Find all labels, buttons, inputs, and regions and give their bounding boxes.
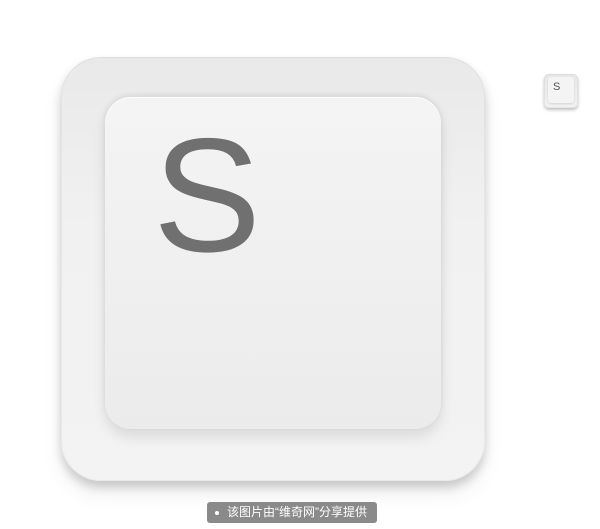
bullet-icon bbox=[215, 510, 219, 515]
keycap-s: S bbox=[61, 57, 485, 481]
keycap-thumbnail-letter: S bbox=[553, 81, 561, 93]
image-credit-caption: 该图片由“维奇网”分享提供 bbox=[207, 502, 377, 523]
keycap-thumbnail-face: S bbox=[548, 77, 574, 103]
caption-text: 该图片由“维奇网”分享提供 bbox=[227, 505, 367, 519]
keycap-letter: S bbox=[153, 105, 262, 286]
keycap-face: S bbox=[105, 97, 441, 429]
image-stage: S S 该图片由“维奇网”分享提供 bbox=[0, 0, 600, 529]
keycap-thumbnail[interactable]: S bbox=[544, 74, 578, 108]
